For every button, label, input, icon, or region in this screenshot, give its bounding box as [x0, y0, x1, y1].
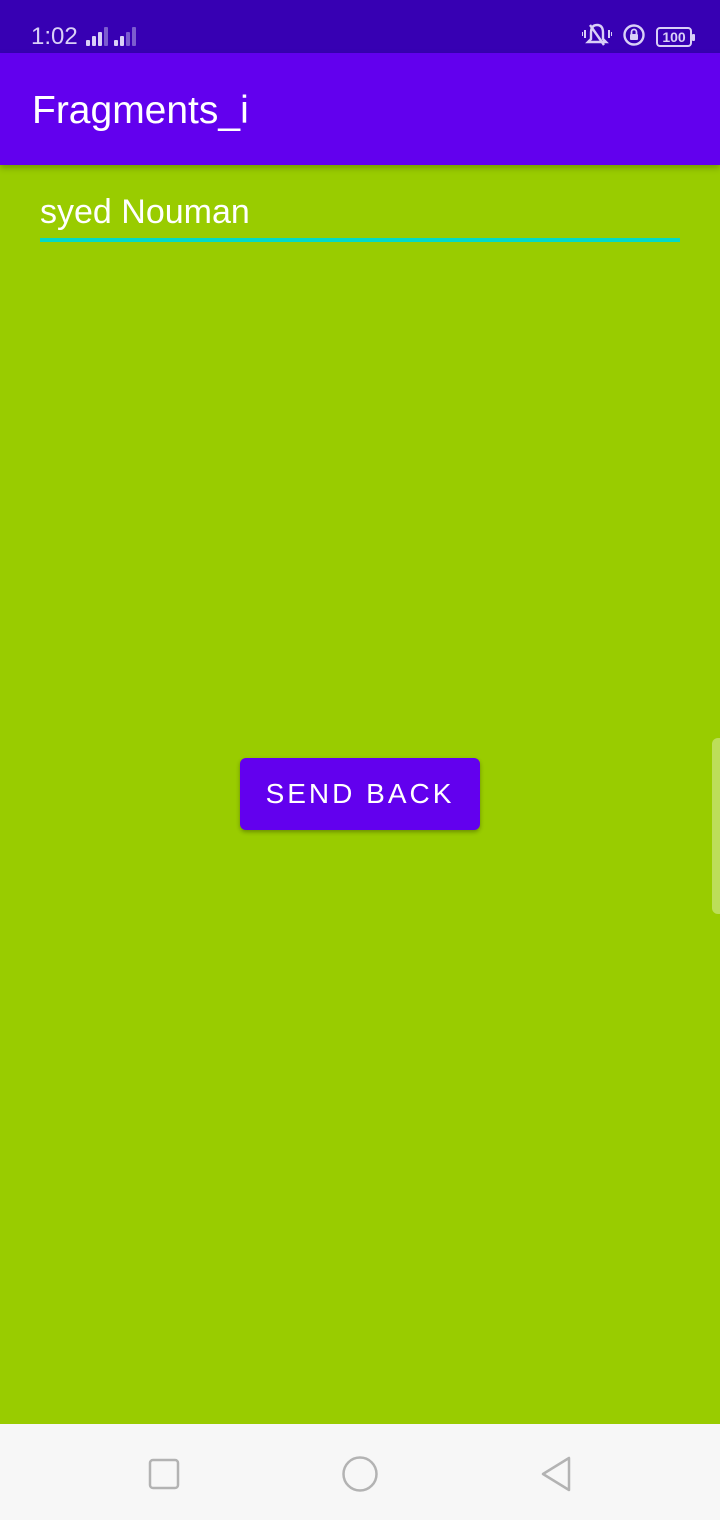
signal-icon: [114, 26, 140, 46]
signal-icon: [86, 26, 112, 46]
navigation-bar: [0, 1424, 720, 1520]
home-icon[interactable]: [340, 1454, 380, 1494]
edge-panel-handle[interactable]: [712, 738, 720, 914]
status-bar: 1:02 100: [0, 0, 720, 53]
back-icon[interactable]: [536, 1454, 576, 1494]
rotation-lock-icon: [622, 23, 646, 52]
recent-apps-icon[interactable]: [144, 1454, 184, 1494]
page-title: Fragments_i: [32, 89, 249, 132]
battery-icon: 100: [656, 27, 695, 47]
app-bar: Fragments_i: [0, 53, 720, 165]
send-back-button[interactable]: SEND BACK: [240, 758, 480, 830]
vibrate-icon: [581, 22, 613, 53]
name-text-field[interactable]: syed Nouman: [40, 186, 680, 242]
status-time: 1:02: [31, 23, 78, 50]
